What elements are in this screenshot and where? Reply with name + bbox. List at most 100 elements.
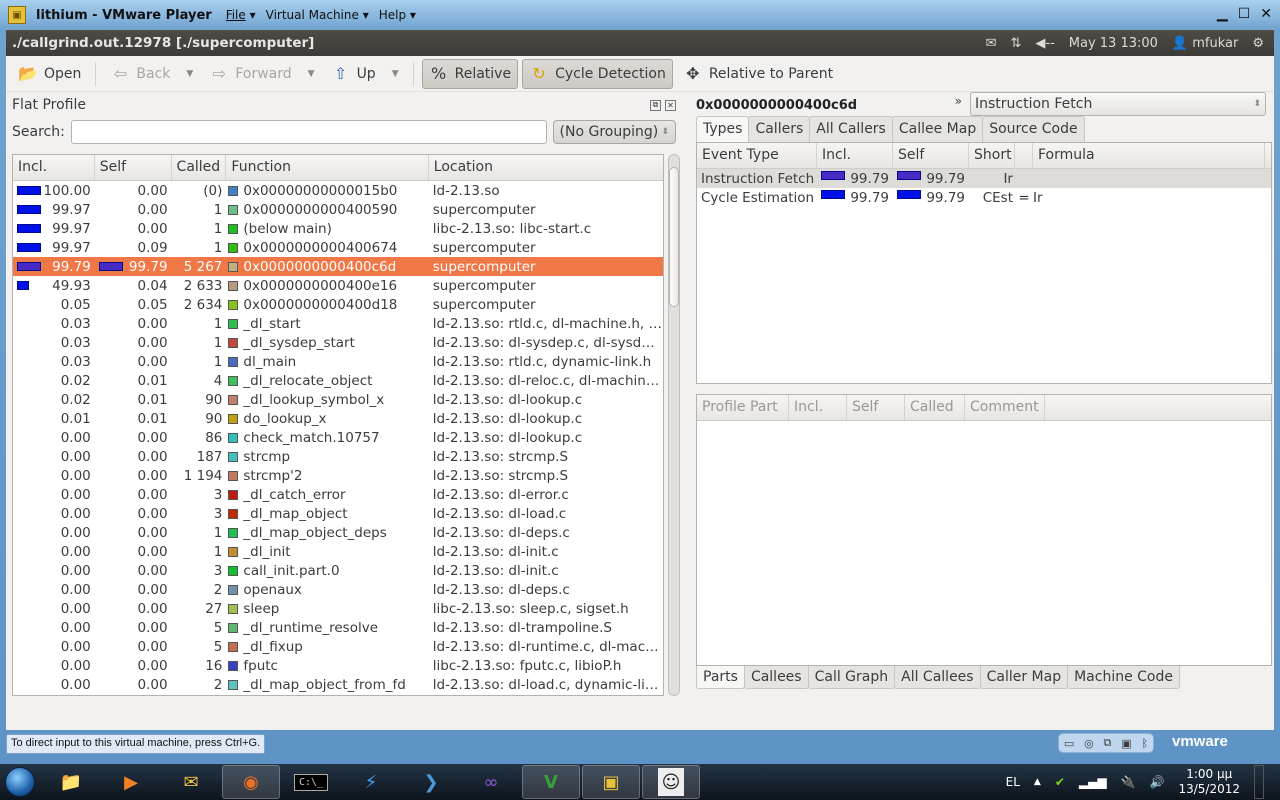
table-row[interactable]: 0.05 0.05 2 634 0x0000000000400d18 supercomp… [13, 295, 663, 314]
show-desktop-button[interactable] [1254, 765, 1264, 799]
taskbar-cmd[interactable]: C:\_ [282, 765, 340, 799]
tab-callee-map[interactable]: Callee Map [891, 116, 984, 142]
column-incl[interactable]: Incl. [13, 155, 95, 180]
table-row[interactable]: 0.00 0.00 2 openaux ld-2.13.so: dl-deps.c [13, 580, 663, 599]
table-row[interactable]: 99.97 0.09 1 0x0000000000400674 supercompute… [13, 238, 663, 257]
parts-column-profile-part[interactable]: Profile Part [697, 395, 789, 420]
camera-icon[interactable]: ▣ [1121, 737, 1131, 750]
table-row[interactable]: 0.00 0.00 1 _dl_map_object_deps ld-2.13.so: … [13, 523, 663, 542]
tab-caller-map[interactable]: Caller Map [979, 666, 1069, 689]
grouping-select[interactable]: (No Grouping) ⬍ [552, 120, 676, 144]
table-row[interactable]: 0.00 0.00 16 fputc libc-2.13.so: fputc.c, li… [13, 656, 663, 675]
tab-machine-code[interactable]: Machine Code [1067, 666, 1180, 689]
power-plug-icon[interactable]: 🔌 [1121, 775, 1136, 789]
parts-column-incl-[interactable]: Incl. [789, 395, 847, 420]
tab-call-graph[interactable]: Call Graph [807, 666, 896, 689]
tab-source-code[interactable]: Source Code [982, 116, 1085, 142]
user-menu[interactable]: 👤 mfukar [1172, 36, 1238, 51]
table-row[interactable]: 0.00 0.00 187 strcmp ld-2.13.so: strcmp.S [13, 447, 663, 466]
forward-dropdown-icon[interactable]: ▼ [308, 69, 315, 79]
menu-help[interactable]: Help ▾ [379, 8, 416, 22]
network-adapter-icon[interactable]: ⧉ [1104, 736, 1112, 750]
table-row[interactable]: 0.00 0.00 3 _dl_catch_error ld-2.13.so: dl-e… [13, 485, 663, 504]
network-icon[interactable]: ⇅ [1010, 36, 1021, 51]
up-button[interactable]: ⇧ Up [325, 59, 382, 89]
table-row[interactable]: 99.79 99.79 5 267 0x0000000000400c6d superco… [13, 257, 663, 276]
taskbar-firefox[interactable]: ◉ [222, 765, 280, 799]
bluetooth-icon[interactable]: ᛒ [1141, 737, 1148, 750]
table-row[interactable]: 99.97 0.00 1 0x0000000000400590 supercompute… [13, 200, 663, 219]
taskbar-media-player[interactable]: ▶ [102, 765, 160, 799]
table-row[interactable]: 0.01 0.01 90 do_lookup_x ld-2.13.so: dl-look… [13, 409, 663, 428]
menu-virtual-machine[interactable]: Virtual Machine ▾ [266, 8, 369, 22]
cd-rom-icon[interactable]: ◎ [1084, 737, 1094, 750]
table-row[interactable]: 0.02 0.01 4 _dl_relocate_object ld-2.13.so: … [13, 371, 663, 390]
table-row[interactable]: 0.00 0.00 3 _dl_map_object ld-2.13.so: dl-lo… [13, 504, 663, 523]
table-row[interactable]: 0.00 0.00 86 check_match.10757 ld-2.13.so: d… [13, 428, 663, 447]
taskbar-visual-studio[interactable]: ∞ [462, 765, 520, 799]
table-row[interactable]: 0.00 0.00 27 sleep libc-2.13.so: sleep.c, si… [13, 599, 663, 618]
hard-disk-icon[interactable]: ▭ [1064, 737, 1074, 750]
taskbar-explorer[interactable]: 📁 [42, 765, 100, 799]
table-row[interactable]: 0.03 0.00 1 dl_main ld-2.13.so: rtld.c, dyna… [13, 352, 663, 371]
parts-column-called[interactable]: Called [905, 395, 965, 420]
taskbar-powershell[interactable]: ❯ [402, 765, 460, 799]
back-dropdown-icon[interactable]: ▼ [186, 69, 193, 79]
types-column-blank[interactable] [1015, 143, 1033, 168]
parts-column-comment[interactable]: Comment [965, 395, 1045, 420]
volume-icon[interactable]: ◀︎-- [1035, 36, 1054, 51]
mail-icon[interactable]: ✉ [986, 36, 997, 51]
language-indicator[interactable]: EL [1006, 775, 1020, 789]
table-row[interactable]: 0.02 0.01 90 _dl_lookup_symbol_x ld-2.13.so:… [13, 390, 663, 409]
column-function[interactable]: Function [226, 155, 429, 180]
column-location[interactable]: Location [429, 155, 663, 180]
taskbar-vmware-player[interactable]: ▣ [582, 765, 640, 799]
taskbar-outlook[interactable]: ✉ [162, 765, 220, 799]
table-row[interactable]: 0.00 0.00 5 _dl_fixup ld-2.13.so: dl-runtime… [13, 637, 663, 656]
column-self[interactable]: Self [95, 155, 172, 180]
tab-types[interactable]: Types [696, 116, 750, 142]
table-row[interactable]: 0.000.001init_cacheinfold-2.13.so: cache… [13, 694, 663, 695]
table-row[interactable]: 0.00 0.00 2 _dl_map_object_from_fd ld-2.13.s… [13, 675, 663, 694]
show-hidden-icons[interactable]: ▲ [1034, 777, 1041, 787]
table-row[interactable]: 99.97 0.00 1 (below main) libc-2.13.so: libc… [13, 219, 663, 238]
search-input[interactable] [70, 120, 547, 144]
types-row[interactable]: Instruction Fetch 99.79 99.79 Ir [697, 169, 1271, 188]
table-scrollbar[interactable] [668, 154, 680, 696]
maximize-button[interactable]: ☐ [1238, 6, 1251, 22]
relative-to-parent-toggle[interactable]: ✥ Relative to Parent [677, 59, 839, 89]
types-column-formula[interactable]: Formula [1033, 143, 1265, 168]
start-button[interactable] [0, 764, 40, 800]
tab-all-callers[interactable]: All Callers [809, 116, 893, 142]
cycle-detection-toggle[interactable]: ↻ Cycle Detection [522, 58, 673, 89]
security-ok-icon[interactable]: ✔ [1055, 775, 1065, 789]
clock[interactable]: May 13 13:00 [1069, 36, 1158, 51]
taskbar-avatar[interactable]: ☺ [642, 765, 700, 799]
table-row[interactable]: 0.03 0.00 1 _dl_sysdep_start ld-2.13.so: dl-… [13, 333, 663, 352]
tab-callers[interactable]: Callers [748, 116, 811, 142]
table-row[interactable]: 0.00 0.00 5 _dl_runtime_resolve ld-2.13.so: … [13, 618, 663, 637]
float-pane-icon[interactable]: ⧉ [650, 99, 661, 111]
signal-icon[interactable]: ▂▄▆ [1079, 775, 1107, 789]
system-clock[interactable]: 1:00 μμ 13/5/2012 [1178, 767, 1240, 797]
menu-file[interactable]: File ▾ [226, 8, 256, 22]
table-row[interactable]: 49.93 0.04 2 633 0x0000000000400e16 supercom… [13, 276, 663, 295]
tab-callees[interactable]: Callees [743, 666, 809, 689]
table-row[interactable]: 0.00 0.00 1 194 strcmp'2 ld-2.13.so: strcmp.… [13, 466, 663, 485]
up-dropdown-icon[interactable]: ▼ [392, 69, 399, 79]
power-icon[interactable]: ⚙ [1252, 36, 1264, 51]
relative-toggle[interactable]: % Relative [421, 58, 519, 89]
types-column-self[interactable]: Self [893, 143, 969, 168]
open-button[interactable]: 📂 Open [12, 59, 87, 89]
parts-column-self[interactable]: Self [847, 395, 905, 420]
table-row[interactable]: 0.00 0.00 1 _dl_init ld-2.13.so: dl-init.c [13, 542, 663, 561]
table-row[interactable]: 100.00 0.00 (0) 0x00000000000015b0 ld-2.13.s… [13, 181, 663, 200]
table-row[interactable]: 0.00 0.00 3 call_init.part.0 ld-2.13.so: dl-… [13, 561, 663, 580]
back-button[interactable]: ⇦ Back [104, 59, 176, 89]
close-button[interactable]: ✕ [1260, 6, 1272, 22]
scrollbar-thumb[interactable] [669, 167, 679, 307]
close-pane-icon[interactable]: ✕ [665, 99, 676, 111]
taskbar-vim[interactable]: V [522, 765, 580, 799]
forward-button[interactable]: ⇨ Forward [203, 59, 297, 89]
tab-all-callees[interactable]: All Callees [894, 666, 981, 689]
